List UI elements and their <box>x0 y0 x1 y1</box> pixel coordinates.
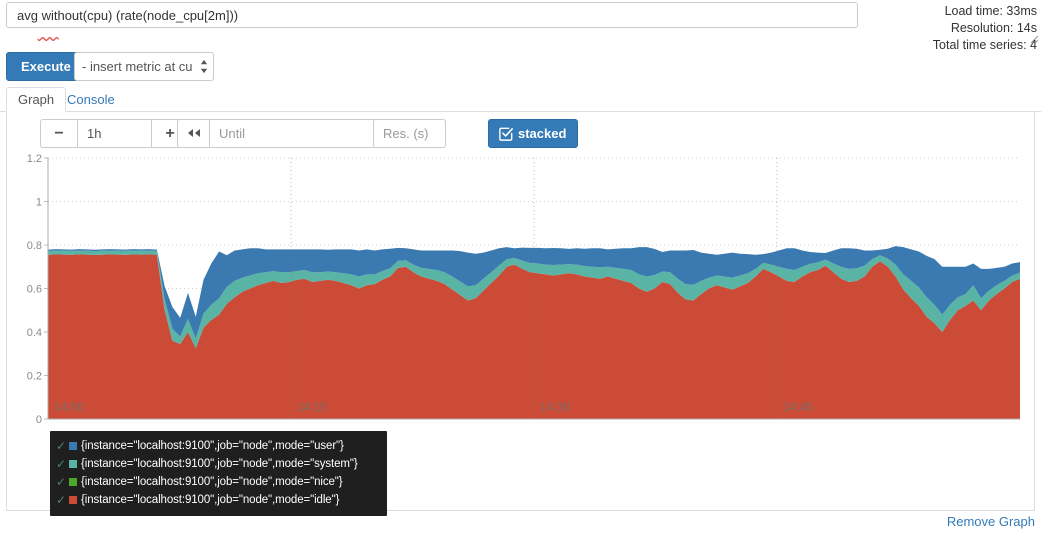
legend-check-icon[interactable]: ✓ <box>56 458 69 470</box>
legend-color-swatch <box>69 478 77 486</box>
checked-box-icon <box>499 127 513 141</box>
range-input[interactable] <box>77 119 152 148</box>
stacked-toggle-button[interactable]: stacked <box>488 119 579 148</box>
legend-check-icon[interactable]: ✓ <box>56 494 69 506</box>
graph-chart[interactable]: 0 0.2 0.4 0.6 0.8 1 1.2 14:00 14:15 14:30 14:45 <box>14 152 1026 427</box>
graph-console-tabs: Graph Console <box>0 87 1041 112</box>
chart-svg[interactable]: 0 0.2 0.4 0.6 0.8 1 1.2 14:00 14:15 14:30 14:45 <box>14 152 1026 427</box>
legend-series-label: {instance="localhost:9100",job="node",mo… <box>81 494 340 506</box>
query-stats: Load time: 33ms Resolution: 14s Total ti… <box>877 3 1037 54</box>
range-control-group: − + <box>40 119 189 148</box>
total-time-series: Total time series: 4 <box>932 38 1037 52</box>
legend-series-label: {instance="localhost:9100",job="node",mo… <box>81 440 344 452</box>
legend-check-icon[interactable]: ✓ <box>56 476 69 488</box>
stacked-label: stacked <box>518 126 567 141</box>
end-time-input[interactable] <box>209 119 376 148</box>
chart-legend: ✓ {instance="localhost:9100",job="node",m… <box>50 431 387 516</box>
legend-color-swatch <box>69 460 77 468</box>
x-tick-label: 14:00 <box>54 400 84 414</box>
prometheus-graph-page: avg without(cpu) (rate(node_cpu[2m])) av… <box>0 0 1041 535</box>
x-tick-label: 14:45 <box>783 400 813 414</box>
legend-item[interactable]: ✓ {instance="localhost:9100",job="node",m… <box>56 473 379 491</box>
legend-color-swatch <box>69 442 77 450</box>
y-tick-label: 0.6 <box>27 284 42 296</box>
insert-metric-select[interactable]: - insert metric at cursor - <box>74 52 214 81</box>
y-tick-label: 1 <box>36 197 42 209</box>
legend-item[interactable]: ✓ {instance="localhost:9100",job="node",m… <box>56 491 379 509</box>
legend-check-icon[interactable]: ✓ <box>56 440 69 452</box>
legend-color-swatch <box>69 496 77 504</box>
y-tick-label: 0.8 <box>27 240 42 252</box>
y-tick-label: 0 <box>36 414 42 426</box>
x-tick-label: 14:30 <box>540 400 570 414</box>
decrease-range-button[interactable]: − <box>40 119 78 148</box>
legend-series-label: {instance="localhost:9100",job="node",mo… <box>81 458 358 470</box>
y-tick-label: 0.2 <box>27 371 42 383</box>
resolution: Resolution: 14s <box>950 21 1037 35</box>
y-tick-label: 1.2 <box>27 153 42 165</box>
legend-item[interactable]: ✓ {instance="localhost:9100",job="node",m… <box>56 437 379 455</box>
resolution-control-group <box>373 119 446 148</box>
double-left-arrow-icon <box>187 129 200 137</box>
step-backward-button[interactable] <box>177 119 210 148</box>
expression-row: avg without(cpu) (rate(node_cpu[2m])) av… <box>0 0 1041 52</box>
load-time: Load time: 33ms <box>944 4 1037 18</box>
y-tick-label: 0.4 <box>27 327 42 339</box>
expression-input[interactable]: avg without(cpu) (rate(node_cpu[2m])) <box>6 2 858 28</box>
x-tick-label: 14:15 <box>297 400 327 414</box>
legend-series-label: {instance="localhost:9100",job="node",mo… <box>81 476 343 488</box>
tab-console[interactable]: Console <box>55 87 127 112</box>
legend-item[interactable]: ✓ {instance="localhost:9100",job="node",m… <box>56 455 379 473</box>
remove-graph-link[interactable]: Remove Graph <box>947 514 1035 529</box>
resolution-input[interactable] <box>373 119 446 148</box>
